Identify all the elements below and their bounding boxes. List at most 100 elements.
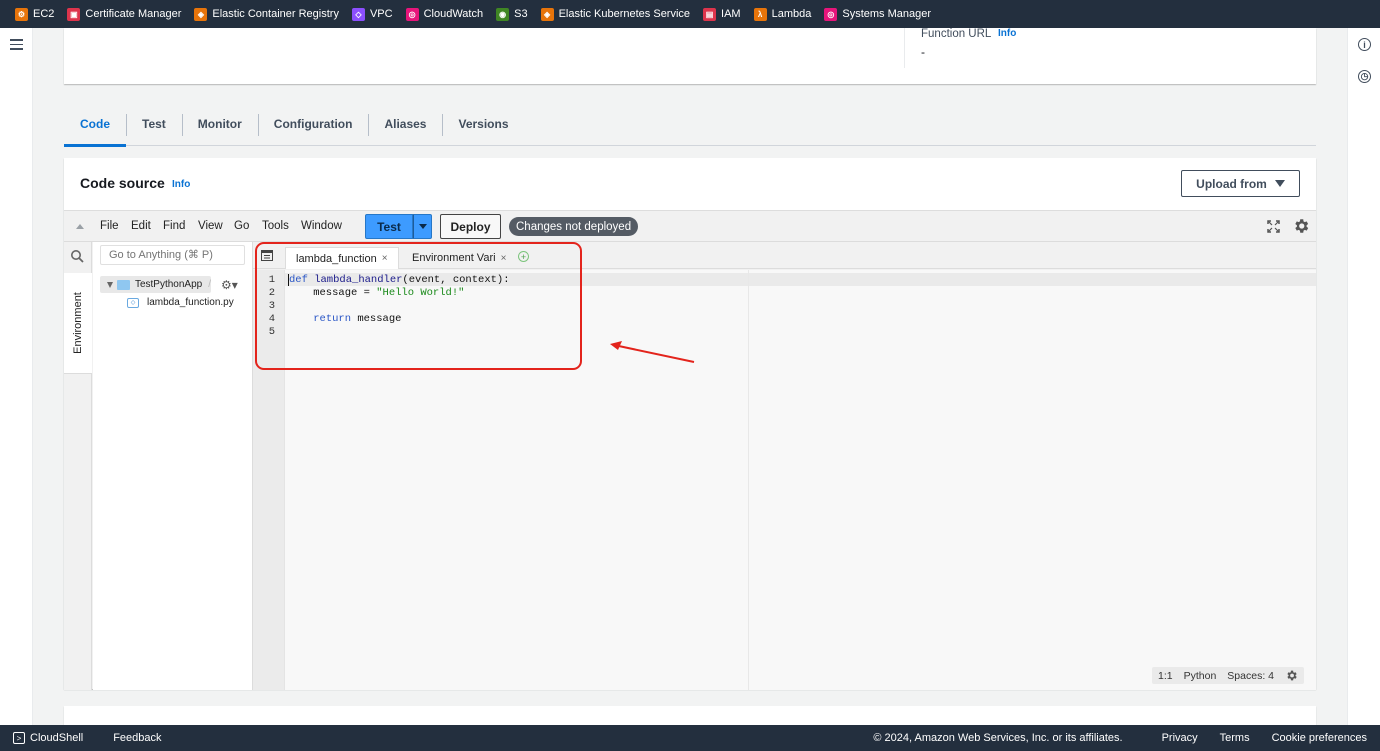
tab-configuration[interactable]: Configuration xyxy=(257,110,369,138)
favorites-bar: ⚙ EC2 ▣ Certificate Manager ◈ Elastic Contain… xyxy=(0,0,1380,28)
hamburger-menu-icon[interactable] xyxy=(10,39,23,50)
menu-window[interactable]: Window xyxy=(301,220,342,232)
fullscreen-icon[interactable] xyxy=(1267,220,1280,233)
tab-versions[interactable]: Versions xyxy=(442,110,524,138)
code-string: "Hello World!" xyxy=(376,287,465,299)
cloud9-ide: File Edit Find View Go Tools Window Test… xyxy=(64,210,1316,690)
favorite-label: Certificate Manager xyxy=(85,8,182,20)
tab-test[interactable]: Test xyxy=(126,110,182,138)
code-source-title: Code source xyxy=(80,175,165,191)
favorite-lambda[interactable]: λ Lambda xyxy=(753,7,811,21)
code-keyword: def xyxy=(288,274,308,286)
code-editor[interactable]: def lambda_handler(event, context): mess… xyxy=(285,270,1316,690)
folder-icon xyxy=(117,279,130,290)
ide-settings-gear-icon[interactable] xyxy=(1292,217,1310,235)
function-overview-panel: Function URL Info - xyxy=(64,28,1316,84)
line-number: 5 xyxy=(268,326,275,338)
close-tab-icon[interactable]: × xyxy=(382,253,388,264)
tab-aliases[interactable]: Aliases xyxy=(368,110,442,138)
status-settings-gear-icon[interactable] xyxy=(1285,669,1298,682)
favorite-vpc[interactable]: ◇ VPC xyxy=(351,7,393,21)
language-mode[interactable]: Python xyxy=(1184,670,1217,682)
environment-sidebar: Environment xyxy=(64,242,92,690)
lambda-icon: λ xyxy=(753,7,767,21)
favorite-elastic-kubernetes-service[interactable]: ◈ Elastic Kubernetes Service xyxy=(540,7,690,21)
menu-edit[interactable]: Edit xyxy=(131,220,151,232)
indent-setting[interactable]: Spaces: 4 xyxy=(1227,670,1274,682)
editor-tab-bar: lambda_function × Environment Vari × + xyxy=(253,242,1316,269)
editor-tab-label: Environment Vari xyxy=(412,252,496,264)
tab-code[interactable]: Code xyxy=(64,110,126,147)
file-name: lambda_function.py xyxy=(147,297,234,308)
favorite-ec2[interactable]: ⚙ EC2 xyxy=(15,7,55,21)
tab-list-icon[interactable] xyxy=(261,250,273,261)
ide-menubar: File Edit Find View Go Tools Window Test… xyxy=(64,211,1316,242)
favorite-certificate-manager[interactable]: ▣ Certificate Manager xyxy=(67,7,182,21)
test-dropdown-button[interactable] xyxy=(413,214,432,239)
cloudshell-link[interactable]: CloudShell xyxy=(30,732,83,744)
systems-manager-icon: ◎ xyxy=(824,7,838,21)
upload-from-label: Upload from xyxy=(1196,176,1267,191)
s3-icon: ◉ xyxy=(496,7,510,21)
favorite-iam[interactable]: ▤ IAM xyxy=(703,7,741,21)
ec2-icon: ⚙ xyxy=(15,7,28,21)
console-footer: > CloudShell Feedback © 2024, Amazon Web… xyxy=(0,725,1380,751)
line-number: 1 xyxy=(268,274,275,286)
line-number-gutter: 1 2 3 4 5 xyxy=(253,270,285,690)
deploy-button[interactable]: Deploy xyxy=(440,214,501,239)
tree-settings-gear-icon[interactable]: ⚙▾ xyxy=(221,278,241,292)
favorite-label: Systems Manager xyxy=(842,8,932,20)
cloudshell-icon[interactable]: > xyxy=(13,732,25,744)
editor-tab-environment-variables[interactable]: Environment Vari × xyxy=(412,247,506,269)
code-text: message xyxy=(351,313,402,325)
tab-monitor[interactable]: Monitor xyxy=(181,110,258,138)
collapse-menu-icon[interactable] xyxy=(76,224,84,229)
code-text: (event, context): xyxy=(402,274,510,286)
footer-right-links: © 2024, Amazon Web Services, Inc. or its… xyxy=(851,732,1367,744)
search-icon[interactable] xyxy=(70,249,84,263)
menu-view[interactable]: View xyxy=(198,220,223,232)
favorite-label: EC2 xyxy=(33,8,55,20)
right-utility-panel: i ◷ xyxy=(1347,28,1380,725)
changes-not-deployed-badge: Changes not deployed xyxy=(509,217,639,236)
editor-tab-lambda-function[interactable]: lambda_function × xyxy=(285,247,399,269)
expand-triangle-icon xyxy=(107,281,113,288)
favorite-label: S3 xyxy=(514,8,528,20)
clock-icon[interactable]: ◷ xyxy=(1358,70,1371,83)
favorite-label: CloudWatch xyxy=(423,8,484,20)
favorite-label: Elastic Container Registry xyxy=(212,8,339,20)
add-tab-icon[interactable]: + xyxy=(518,251,529,262)
menu-file[interactable]: File xyxy=(100,220,119,232)
close-tab-icon[interactable]: × xyxy=(501,253,507,264)
code-source-info-link[interactable]: Info xyxy=(172,179,190,190)
favorite-label: IAM xyxy=(721,8,741,20)
menu-go[interactable]: Go xyxy=(234,220,249,232)
editor-tab-label: lambda_function xyxy=(296,252,377,265)
file-lambda-function[interactable]: ◇ lambda_function.py xyxy=(127,297,234,308)
folder-name: TestPythonApp xyxy=(134,279,203,290)
favorite-systems-manager[interactable]: ◎ Systems Manager xyxy=(824,7,932,21)
favorite-s3[interactable]: ◉ S3 xyxy=(496,7,528,21)
code-function-name: lambda_handler xyxy=(307,274,403,286)
file-tree: TestPythonApp / ⚙▾ ◇ lambda_function.py xyxy=(93,242,253,690)
feedback-link[interactable]: Feedback xyxy=(113,732,161,744)
editor-status-bar: 1:1 Python Spaces: 4 xyxy=(1151,667,1304,684)
menu-tools[interactable]: Tools xyxy=(262,220,289,232)
favorite-elastic-container-registry[interactable]: ◈ Elastic Container Registry xyxy=(194,7,339,21)
cursor-position[interactable]: 1:1 xyxy=(1158,670,1173,682)
divider xyxy=(904,28,905,68)
favorite-cloudwatch[interactable]: ◎ CloudWatch xyxy=(405,7,484,21)
upload-from-button[interactable]: Upload from xyxy=(1181,170,1300,197)
terms-link[interactable]: Terms xyxy=(1220,732,1250,744)
menu-find[interactable]: Find xyxy=(163,220,185,232)
info-icon[interactable]: i xyxy=(1358,38,1371,51)
environment-tab-label: Environment xyxy=(72,292,84,354)
environment-tab[interactable]: Environment xyxy=(64,273,92,374)
function-url-info-link[interactable]: Info xyxy=(998,28,1016,39)
folder-testpythonapp[interactable]: TestPythonApp / xyxy=(100,276,211,293)
privacy-link[interactable]: Privacy xyxy=(1162,732,1198,744)
cookie-preferences-link[interactable]: Cookie preferences xyxy=(1272,732,1367,744)
go-to-anything-input[interactable] xyxy=(100,245,245,265)
test-button[interactable]: Test xyxy=(365,214,413,239)
